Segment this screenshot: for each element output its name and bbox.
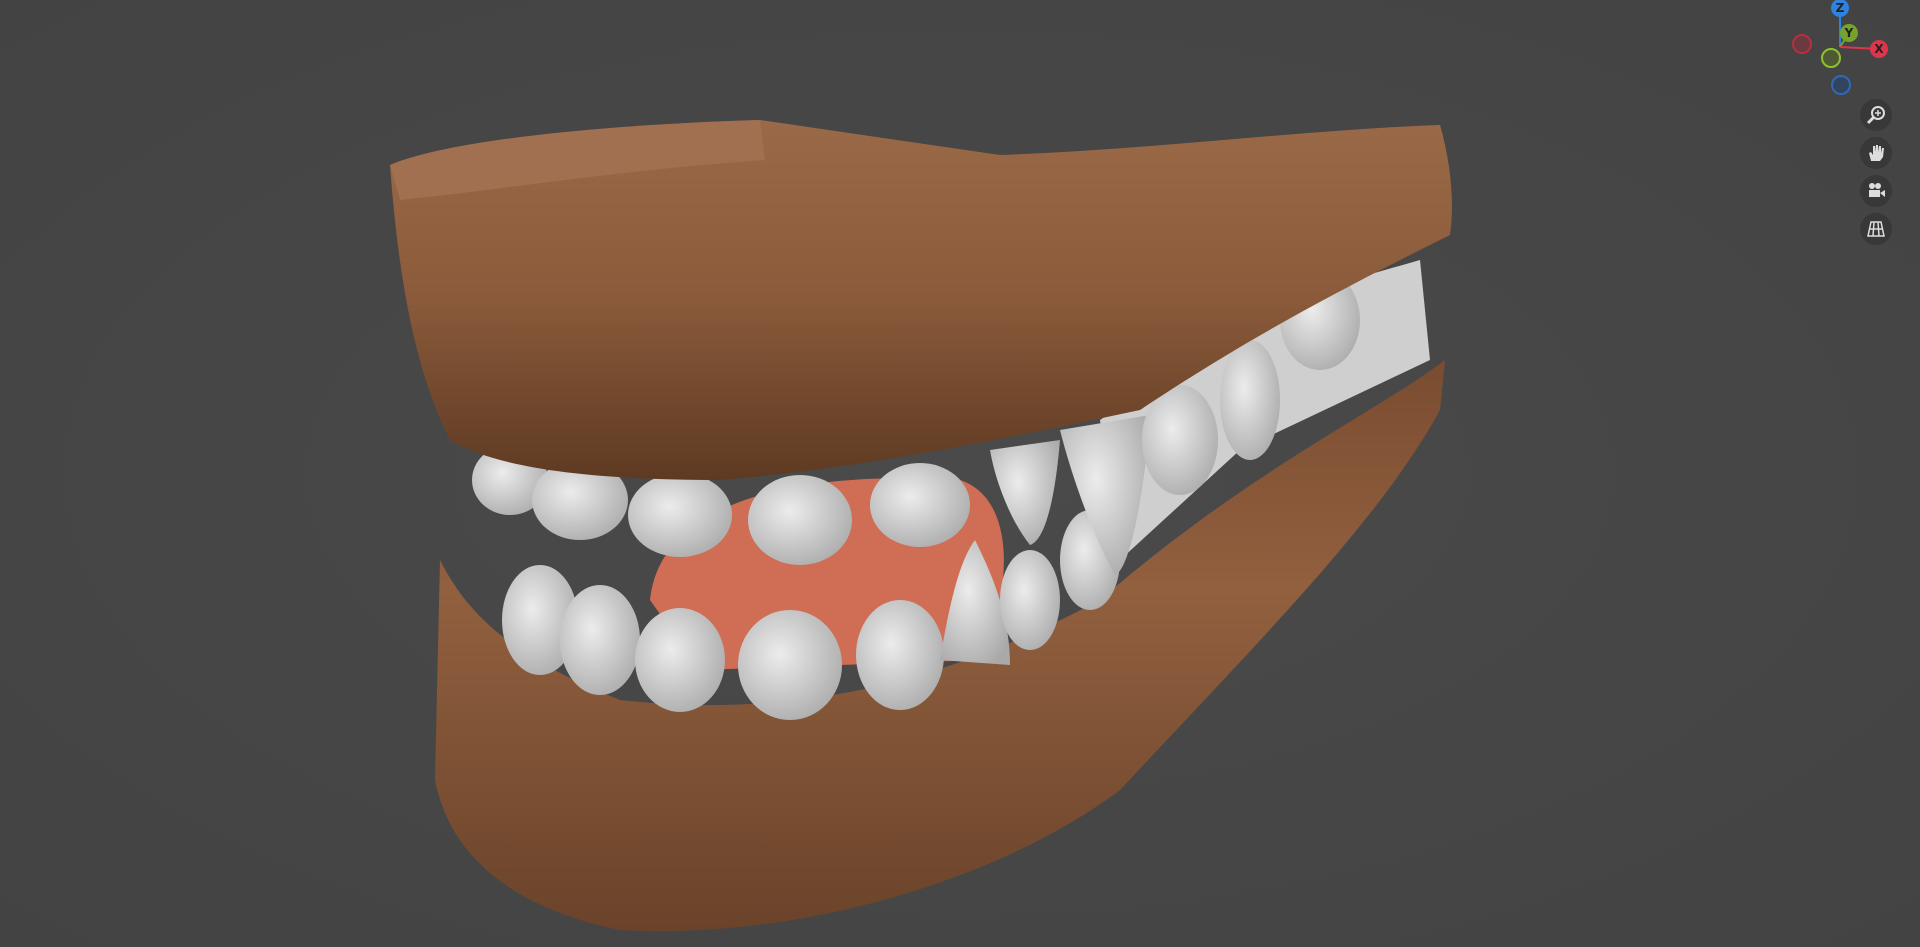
- grid-ortho-icon: [1867, 221, 1885, 237]
- gizmo-neg-y-axis[interactable]: [1821, 48, 1841, 68]
- camera-view-button[interactable]: [1860, 175, 1892, 207]
- pan-button[interactable]: [1860, 137, 1892, 169]
- zoom-icon: [1866, 106, 1885, 125]
- gizmo-y-axis[interactable]: Y: [1840, 24, 1858, 42]
- pan-hand-icon: [1869, 145, 1884, 161]
- toggle-ortho-button[interactable]: [1860, 213, 1892, 245]
- gizmo-neg-z-axis[interactable]: [1831, 75, 1851, 95]
- gizmo-x-axis[interactable]: X: [1870, 40, 1888, 58]
- 3d-viewport[interactable]: Z Y X: [0, 0, 1920, 947]
- camera-icon: [1869, 183, 1885, 197]
- gizmo-neg-x-axis[interactable]: [1792, 34, 1812, 54]
- zoom-button[interactable]: [1860, 99, 1892, 131]
- teeth-model[interactable]: [0, 0, 1920, 947]
- gizmo-axes-lines: [1839, 10, 1880, 50]
